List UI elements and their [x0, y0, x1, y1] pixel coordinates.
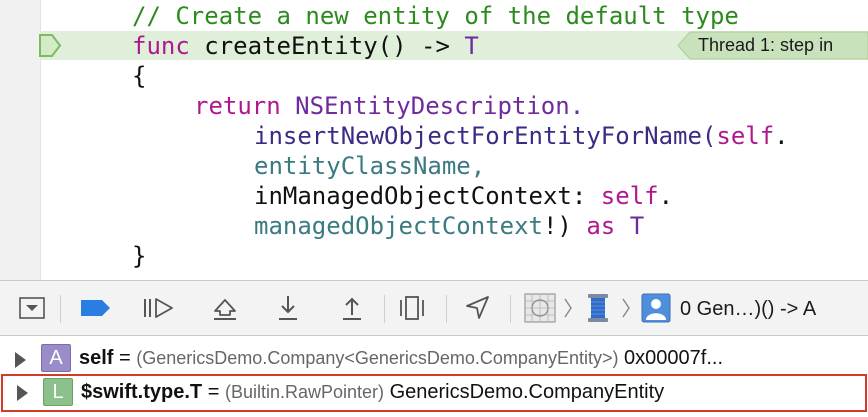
variable-value: GenericsDemo.CompanyEntity — [389, 381, 665, 403]
continue-button[interactable] — [140, 292, 176, 324]
variable-type: (GenericsDemo.Company<GenericsDemo.Compa… — [136, 348, 619, 368]
code-line-entity-class: entityClassName, — [254, 152, 486, 180]
source-editor[interactable]: // Create a new entity of the default ty… — [0, 0, 868, 280]
argument-badge-icon: A — [41, 344, 71, 372]
hide-debug-area-button[interactable] — [16, 292, 48, 324]
variable-equals: = — [119, 347, 131, 369]
toolbar-separator — [60, 295, 61, 323]
variables-view: A self = (GenericsDemo.Company<GenericsD… — [0, 336, 868, 417]
variable-name: self — [79, 347, 114, 369]
variable-row-highlighted[interactable]: L $swift.type.T = (Builtin.RawPointer) G… — [1, 374, 867, 412]
breadcrumb-device[interactable] — [522, 292, 558, 324]
code-line-func: func createEntity() -> T — [132, 32, 479, 60]
toolbar-separator — [510, 295, 511, 323]
step-into-icon — [279, 296, 297, 320]
toolbar-separator — [384, 295, 385, 323]
code-line-insert: insertNewObjectForEntityForName(self. — [254, 122, 789, 150]
panel-toggle-icon — [19, 297, 45, 319]
step-out-icon — [343, 297, 361, 320]
variable-name: $swift.type.T — [81, 381, 203, 403]
device-grid-icon — [524, 293, 556, 323]
debug-view-hierarchy-button[interactable] — [396, 292, 428, 324]
local-badge-icon: L — [43, 378, 73, 406]
thread-indicator-label: Thread 1: step in — [698, 35, 834, 55]
code-text: // Create a new entity of the default ty… — [0, 0, 789, 280]
stack-frame-user-icon — [641, 293, 671, 323]
location-arrow-icon — [466, 296, 489, 319]
variable-row[interactable]: A self = (GenericsDemo.Company<GenericsD… — [0, 341, 868, 377]
code-line-return: return NSEntityDescription. — [194, 92, 585, 120]
breadcrumb-thread[interactable] — [582, 292, 614, 324]
breadcrumb-frame-label[interactable]: 0 Gen…)() -> A — [680, 293, 816, 325]
continue-icon — [144, 298, 173, 318]
step-into-button[interactable] — [272, 292, 304, 324]
view-hierarchy-icon — [400, 296, 424, 320]
code-line-managed-context: managedObjectContext!) as T — [254, 212, 645, 240]
debug-bar: 0 Gen…)() -> A — [0, 280, 868, 336]
code-line-close-brace: } — [132, 242, 147, 270]
step-over-button[interactable] — [208, 292, 242, 324]
disclosure-triangle-icon[interactable] — [17, 385, 28, 401]
variable-text: $swift.type.T = (Builtin.RawPointer) Gen… — [81, 375, 664, 409]
toggle-breakpoints-button[interactable] — [78, 292, 112, 324]
breadcrumb-frame[interactable] — [640, 292, 672, 324]
step-out-button[interactable] — [336, 292, 368, 324]
variable-text: self = (GenericsDemo.Company<GenericsDem… — [79, 341, 723, 375]
simulate-location-button[interactable] — [460, 292, 494, 324]
breadcrumb-chevron-icon — [562, 292, 574, 324]
code-line-context: inManagedObjectContext: self. — [254, 182, 674, 210]
thread-spool-icon — [588, 294, 608, 322]
thread-indicator: Thread 1: step in — [676, 31, 868, 60]
code-line-comment: // Create a new entity of the default ty… — [132, 2, 739, 30]
step-over-icon — [214, 299, 236, 320]
code-line-open-brace: { — [132, 62, 147, 90]
variable-equals: = — [207, 381, 220, 403]
variable-type: (Builtin.RawPointer) — [224, 382, 385, 402]
breadcrumb-chevron-icon — [620, 292, 632, 324]
variable-value: 0x00007f... — [624, 347, 723, 369]
breakpoint-icon — [81, 300, 110, 316]
toolbar-separator — [446, 295, 447, 323]
disclosure-triangle-icon[interactable] — [15, 352, 26, 368]
